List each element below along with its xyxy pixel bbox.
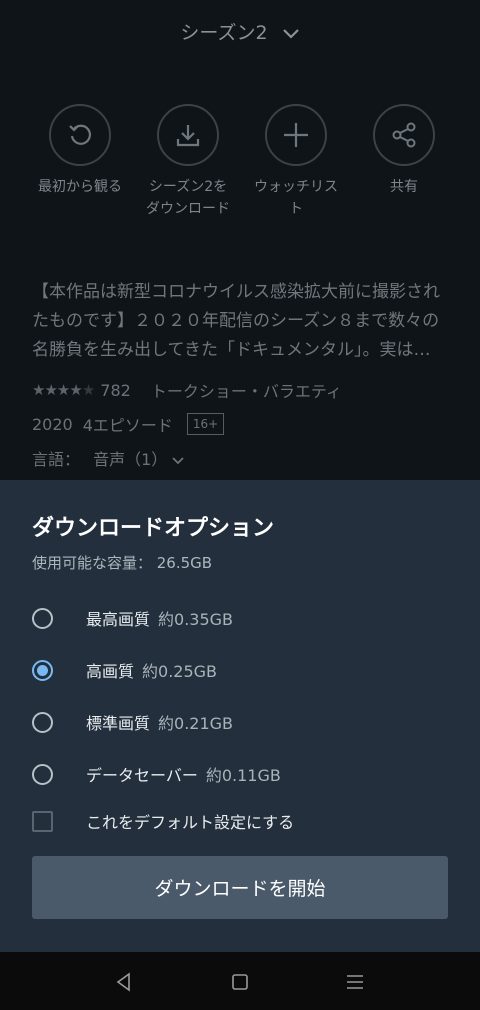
watchlist-button[interactable]: ウォッチリスト xyxy=(242,104,350,220)
radio-button-selected[interactable] xyxy=(32,659,53,681)
title-detail-background xyxy=(0,0,480,480)
star-icon: ★ xyxy=(56,381,70,399)
option-label: 標準画質 xyxy=(86,714,151,733)
download-season-button[interactable]: シーズン2をダウンロード xyxy=(134,104,242,220)
menu-nav-icon[interactable] xyxy=(343,970,367,994)
info-row: 2020 4エピソード 16+ xyxy=(32,412,225,436)
action-label: 最初から観る xyxy=(38,179,122,195)
download-options-sheet: ダウンロードオプション 使用可能な容量： 26.5GB 最高画質 約0.35GB … xyxy=(0,480,480,952)
option-label: 最高画質 xyxy=(86,610,151,629)
default-checkbox[interactable] xyxy=(32,810,53,832)
year: 2020 xyxy=(32,414,73,434)
start-download-button[interactable]: ダウンロードを開始 xyxy=(32,856,448,919)
star-icon: ★ xyxy=(69,381,82,399)
option-label: データセーバー xyxy=(86,766,198,785)
chevron-down-icon xyxy=(172,450,185,469)
back-nav-icon[interactable] xyxy=(112,970,136,994)
genre: トークショー・バラエティ xyxy=(150,382,342,401)
rating-count: 782 xyxy=(100,380,131,400)
radio-button[interactable] xyxy=(32,607,53,629)
radio-button[interactable] xyxy=(32,711,53,733)
plus-icon xyxy=(265,104,327,166)
available-capacity: 使用可能な容量： 26.5GB xyxy=(32,554,213,572)
audio-selector[interactable]: 音声（1） xyxy=(93,450,167,469)
quality-option-standard[interactable]: 標準画質 約0.21GB xyxy=(0,702,480,742)
synopsis-text[interactable]: 【本作品は新型コロナウイルス感染拡大前に撮影されたものです】２０２０年配信のシー… xyxy=(32,278,452,365)
action-label: ウォッチリスト xyxy=(254,179,338,217)
star-icon: ★ xyxy=(44,381,57,399)
radio-button[interactable] xyxy=(32,763,53,785)
age-rating-badge: 16+ xyxy=(186,413,225,435)
rating-row: ★ ★ ★ ★ ★ 782 トークショー・バラエティ xyxy=(32,378,342,402)
language-row[interactable]: 言語： 音声（1） xyxy=(32,446,185,470)
play-from-start-button[interactable]: 最初から観る xyxy=(26,104,134,198)
quality-option-high[interactable]: 高画質 約0.25GB xyxy=(0,650,480,690)
season-selector[interactable]: シーズン2 xyxy=(0,18,480,45)
language-label: 言語： xyxy=(32,450,81,469)
star-rating: ★ ★ ★ ★ ★ xyxy=(32,381,95,399)
sheet-title: ダウンロードオプション xyxy=(32,516,275,541)
option-size: 約0.35GB xyxy=(158,610,234,629)
star-empty-icon: ★ xyxy=(81,381,95,399)
option-label: 高画質 xyxy=(86,662,135,681)
action-label: 共有 xyxy=(390,179,418,195)
chevron-down-icon xyxy=(282,23,300,45)
star-icon: ★ xyxy=(32,381,45,399)
share-icon xyxy=(373,104,435,166)
quality-option-best[interactable]: 最高画質 約0.35GB xyxy=(0,598,480,638)
action-label: シーズン2をダウンロード xyxy=(146,179,230,217)
episode-count: 4エピソード xyxy=(82,416,173,435)
option-size: 約0.11GB xyxy=(205,766,281,785)
home-nav-icon[interactable] xyxy=(228,970,252,994)
system-nav-bar xyxy=(0,952,480,1010)
season-label: シーズン2 xyxy=(180,22,268,44)
share-button[interactable]: 共有 xyxy=(350,104,458,198)
download-icon xyxy=(157,104,219,166)
option-size: 約0.25GB xyxy=(142,662,218,681)
restart-icon xyxy=(49,104,111,166)
default-checkbox-label: これをデフォルト設定にする xyxy=(86,813,295,832)
quality-option-data-saver[interactable]: データセーバー 約0.11GB xyxy=(0,754,480,794)
default-setting-row[interactable]: これをデフォルト設定にする xyxy=(0,801,480,841)
option-size: 約0.21GB xyxy=(158,714,234,733)
